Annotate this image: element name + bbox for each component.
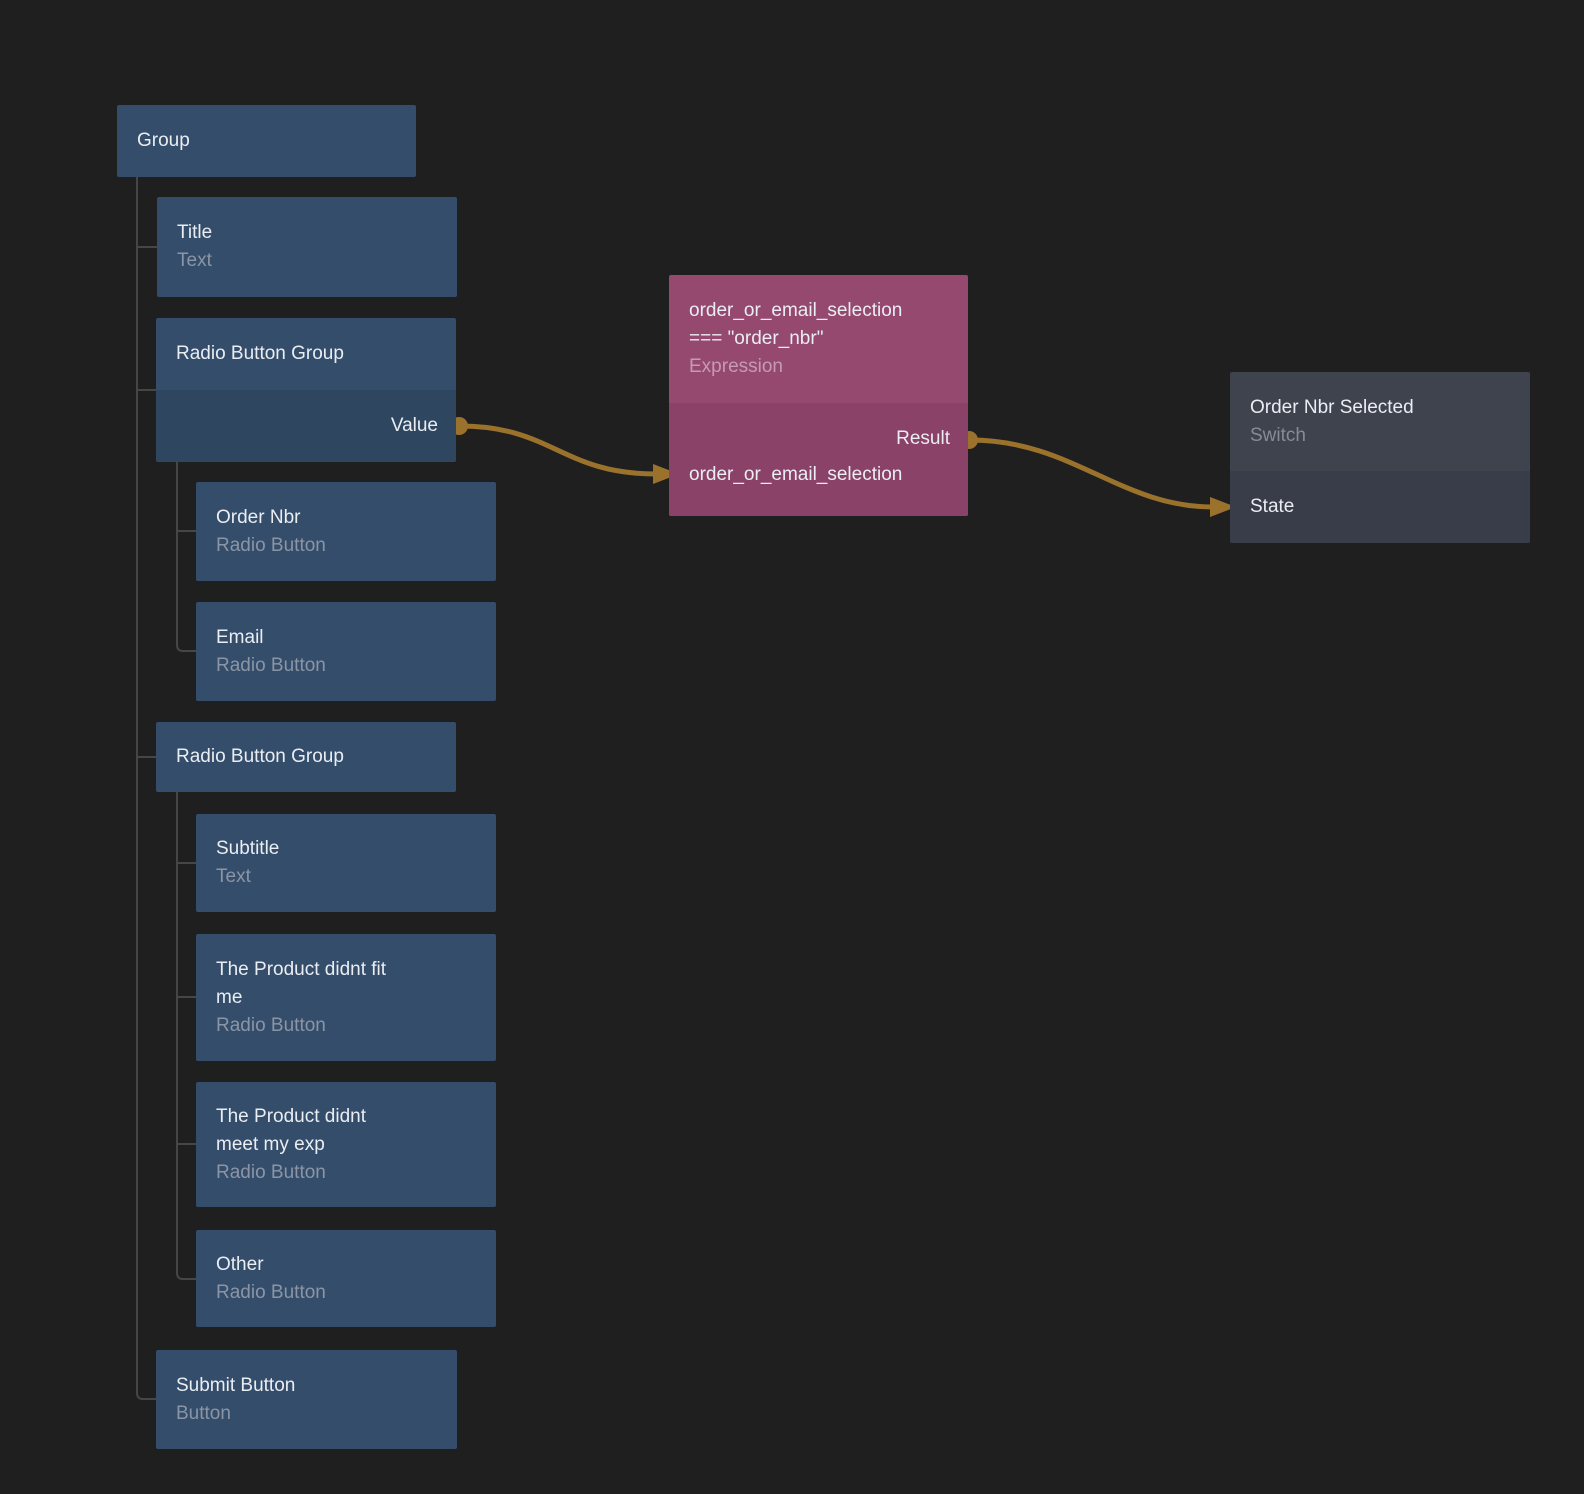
node-subtitle-text-type: Text [216, 863, 476, 891]
node-title-text-title: Title [177, 219, 437, 247]
node-title-text[interactable]: Title Text [157, 197, 457, 297]
node-product-didnt-meet-exp[interactable]: The Product didnt meet my exp Radio Butt… [196, 1082, 496, 1207]
node-other[interactable]: Other Radio Button [196, 1230, 496, 1327]
port-result-label: Result [896, 425, 950, 453]
node-title-text-type: Text [177, 247, 437, 275]
node-product-didnt-meet-exp-title: The Product didnt meet my exp [216, 1103, 476, 1159]
tree-connector-level2b [177, 792, 196, 1279]
port-value-output[interactable]: Value [156, 408, 456, 444]
node-radio-button-group-1[interactable]: Radio Button Group Value [156, 318, 456, 462]
node-email[interactable]: Email Radio Button [196, 602, 496, 701]
port-expression-input-label: order_or_email_selection [689, 461, 902, 489]
node-email-title: Email [216, 624, 476, 652]
node-expression-title: order_or_email_selection === "order_nbr" [689, 297, 948, 353]
node-order-nbr-selected-type: Switch [1250, 422, 1510, 450]
tree-connector-level1 [137, 177, 156, 1399]
node-radio-button-group-2[interactable]: Radio Button Group [156, 722, 456, 792]
node-order-nbr-selected-title: Order Nbr Selected [1250, 394, 1510, 422]
node-radio-button-group-1-title: Radio Button Group [176, 340, 436, 368]
port-value-label: Value [391, 412, 438, 440]
node-product-didnt-fit-type: Radio Button [216, 1012, 476, 1040]
node-submit-button-type: Button [176, 1400, 437, 1428]
tree-connector-level2a [177, 462, 196, 651]
node-product-didnt-fit[interactable]: The Product didnt fit me Radio Button [196, 934, 496, 1061]
port-expression-input[interactable]: order_or_email_selection [669, 457, 968, 493]
port-state-label: State [1250, 493, 1294, 521]
node-expression[interactable]: order_or_email_selection === "order_nbr"… [669, 275, 968, 516]
node-other-type: Radio Button [216, 1279, 476, 1307]
node-subtitle-text[interactable]: Subtitle Text [196, 814, 496, 912]
wire-value-to-expression[interactable] [460, 426, 656, 474]
port-state-input[interactable]: State [1230, 489, 1530, 525]
node-order-nbr-selected[interactable]: Order Nbr Selected Switch State [1230, 372, 1530, 543]
node-order-nbr[interactable]: Order Nbr Radio Button [196, 482, 496, 581]
node-radio-button-group-2-title: Radio Button Group [176, 743, 436, 771]
node-order-nbr-type: Radio Button [216, 532, 476, 560]
node-product-didnt-fit-title: The Product didnt fit me [216, 956, 476, 1012]
node-order-nbr-title: Order Nbr [216, 504, 476, 532]
node-group-title: Group [137, 127, 396, 155]
flow-canvas[interactable]: Group Title Text Radio Button Group Valu… [0, 0, 1584, 1494]
node-expression-type: Expression [689, 353, 948, 381]
node-submit-button-title: Submit Button [176, 1372, 437, 1400]
port-result-output[interactable]: Result [669, 421, 968, 457]
node-group[interactable]: Group [117, 105, 416, 177]
node-email-type: Radio Button [216, 652, 476, 680]
node-submit-button[interactable]: Submit Button Button [156, 1350, 457, 1449]
node-subtitle-text-title: Subtitle [216, 835, 476, 863]
wire-result-to-state[interactable] [970, 440, 1213, 507]
node-product-didnt-meet-exp-type: Radio Button [216, 1159, 476, 1187]
node-other-title: Other [216, 1251, 476, 1279]
